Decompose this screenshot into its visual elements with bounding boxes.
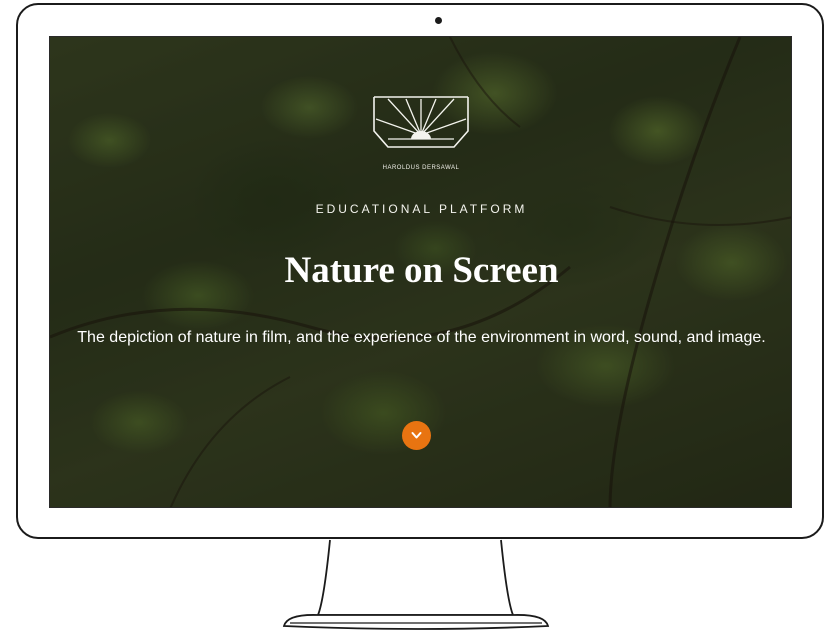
sunrise-logo-icon: [373, 96, 469, 148]
scroll-down-button[interactable]: [402, 421, 431, 450]
logo-caption: Haroldus Dersawal: [382, 165, 460, 171]
platform-kicker: EDUCATIONAL PLATFORM: [315, 202, 528, 216]
monitor-screen: Haroldus Dersawal EDUCATIONAL PLATFORM N…: [49, 36, 792, 508]
camera-dot: [435, 17, 442, 24]
brand-logo[interactable]: Haroldus Dersawal: [368, 89, 474, 179]
page-title: Nature on Screen: [284, 250, 559, 291]
chevron-down-icon: [411, 432, 422, 439]
page-subtitle: The depiction of nature in film, and the…: [77, 329, 766, 346]
